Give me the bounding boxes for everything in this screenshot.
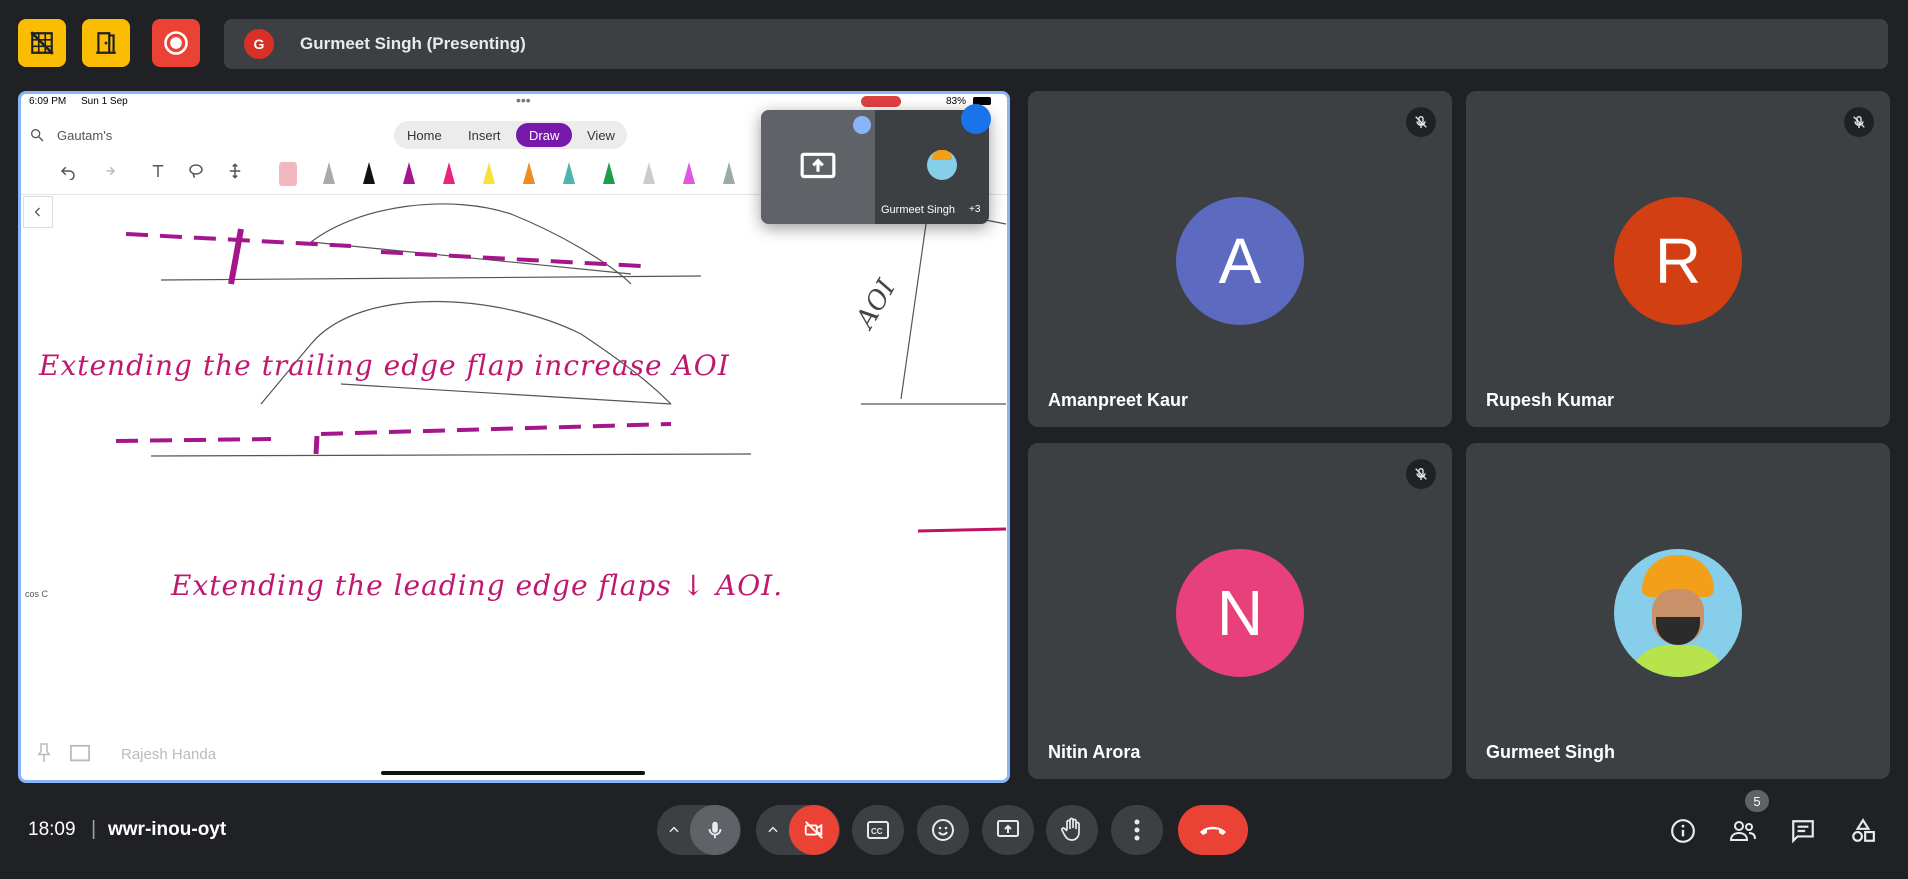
meeting-info-button[interactable] [1665,813,1701,849]
handwritten-diagram [115,203,1007,533]
participant-count-badge: 5 [1745,790,1769,812]
self-view-pip[interactable]: Gurmeet Singh +3 [761,110,989,224]
pip-name: Gurmeet Singh [881,204,955,216]
svg-text:CC: CC [871,827,883,836]
captions-button[interactable]: CC [852,805,904,855]
present-screen-icon [800,152,836,179]
no-grid-icon [30,31,54,55]
raise-hand-button[interactable] [1046,805,1098,855]
eraser-tool[interactable] [279,162,297,186]
mic-button[interactable] [690,805,740,855]
shared-screen[interactable]: 6:09 PM Sun 1 Sep ••• 83% Gautam's Home … [18,91,1010,783]
more-options-button[interactable] [1111,805,1163,855]
note-line-1: Extending the trailing edge flap increas… [39,349,730,382]
avatar: N [1176,549,1304,677]
tab-insert[interactable]: Insert [468,128,501,143]
home-indicator [381,771,645,775]
shirt [1628,645,1728,677]
present-button[interactable] [982,805,1034,855]
pip-audio-indicator [853,116,871,134]
door-exit-icon [96,32,116,54]
pen-gray [323,162,335,184]
closed-captions-icon: CC [867,821,889,839]
avatar: A [1176,197,1304,325]
camera-control-group [756,805,840,855]
participant-tile[interactable]: Gurmeet Singh [1466,443,1890,779]
activities-icon [1852,818,1875,842]
meeting-code: wwr-inou-oyt [108,819,227,840]
people-icon [1729,821,1756,841]
emoji-icon [932,819,954,841]
record-icon [164,31,188,55]
text-tool-icon[interactable] [149,162,167,180]
participant-name: Gurmeet Singh [1486,742,1616,762]
mic-off-icon [1844,107,1874,137]
undo-icon[interactable] [59,162,77,180]
note-small: cos C [25,589,49,599]
tab-home[interactable]: Home [407,128,442,143]
leave-room-button[interactable] [82,19,130,67]
pin-icon[interactable] [35,742,53,764]
presenter-avatar: G [244,29,274,59]
notebook-title: Gautam's [57,128,113,143]
more-dots-icon: ••• [516,92,531,108]
activities-button[interactable] [1845,813,1881,849]
redo-icon[interactable] [99,162,117,180]
recording-button[interactable] [152,19,200,67]
tab-view[interactable]: View [587,128,615,143]
beard [1656,617,1700,645]
separator: | [91,818,97,840]
chat-button[interactable] [1785,813,1821,849]
chevron-up-icon [669,826,679,833]
end-call-button[interactable] [1178,805,1248,855]
status-date: Sun 1 Sep [81,96,128,107]
mic-control-group [657,805,741,855]
more-vert-icon [1134,819,1140,841]
recording-pill [861,96,901,107]
chevron-up-icon [768,826,778,833]
speaking-indicator [961,104,991,134]
present-screen-icon [997,820,1019,837]
chat-icon [1792,820,1814,844]
note-line-2: Extending the leading edge flaps ↓ AOI. [171,569,784,602]
camera-button[interactable] [789,805,839,855]
mic-off-icon [1406,107,1436,137]
camera-off-icon [804,821,823,839]
avatar [1614,549,1742,677]
people-button[interactable] [1725,813,1761,849]
participant-tile[interactable]: N Nitin Arora [1028,443,1452,779]
lasso-icon[interactable] [187,162,205,180]
screen-icon[interactable] [69,744,91,764]
mic-options-button[interactable] [658,823,690,837]
battery-level: 83% [946,96,967,107]
participant-name: Amanpreet Kaur [1048,390,1189,410]
tab-draw[interactable]: Draw [529,128,559,143]
search-icon[interactable] [29,127,45,143]
mic-off-icon [1406,459,1436,489]
insert-space-icon[interactable] [226,162,244,180]
info-icon [1671,819,1695,843]
participant-tile[interactable]: R Rupesh Kumar [1466,91,1890,427]
hand-icon [1061,817,1080,841]
presenting-banner: G Gurmeet Singh (Presenting) [224,19,1888,69]
reactions-button[interactable] [917,805,969,855]
presenter-label: Gurmeet Singh (Presenting) [300,34,526,53]
avatar: R [1614,197,1742,325]
no-grid-button[interactable] [18,19,66,67]
camera-options-button[interactable] [757,823,789,837]
participant-tile[interactable]: A Amanpreet Kaur [1028,91,1452,427]
screen-footer-name: Rajesh Handa [121,746,217,763]
meeting-time: 18:09 [28,819,76,840]
pip-extra-count: +3 [969,204,981,215]
participant-name: Rupesh Kumar [1486,390,1615,410]
mic-icon [708,821,722,839]
pip-avatar [927,150,957,180]
hang-up-icon [1200,826,1226,835]
participant-name: Nitin Arora [1048,742,1141,762]
status-time: 6:09 PM [29,96,67,107]
pen-swatches [321,158,735,184]
